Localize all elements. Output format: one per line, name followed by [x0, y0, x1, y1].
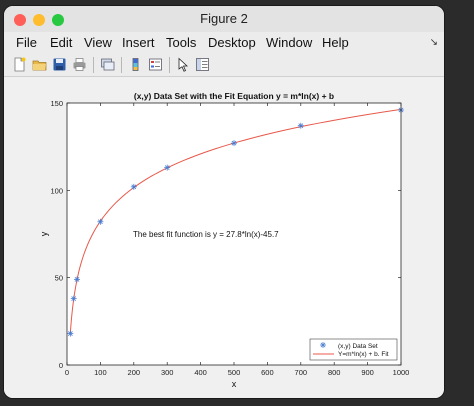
y-tick-label: 0: [59, 361, 63, 370]
x-axis-label: x: [232, 379, 237, 389]
print-icon[interactable]: [72, 57, 87, 72]
window-title: Figure 2: [200, 11, 248, 26]
menu-desktop[interactable]: Desktop: [208, 35, 256, 50]
save-icon[interactable]: [52, 57, 67, 72]
toolbar-separator: [169, 57, 170, 73]
menu-edit[interactable]: Edit: [50, 35, 72, 50]
legend-marker-data-set: [320, 342, 326, 348]
menu-view[interactable]: View: [84, 35, 112, 50]
menu-overflow-icon[interactable]: ↘: [430, 37, 438, 48]
legend-label-fit: Y=m*ln(x) + b. Fit: [338, 351, 389, 358]
toolbar-separator: [93, 57, 94, 73]
figure-toolbar: [4, 54, 444, 77]
open-folder-icon[interactable]: [32, 57, 47, 72]
x-tick-label: 400: [194, 368, 207, 377]
legend-icon[interactable]: [148, 57, 163, 72]
toolbar-separator: [121, 57, 122, 73]
property-editor-icon[interactable]: [195, 57, 210, 72]
menu-bar: File Edit View Insert Tools Desktop Wind…: [4, 32, 444, 54]
colorbar-icon[interactable]: [128, 57, 143, 72]
x-tick-label: 200: [128, 368, 141, 377]
plot-svg: 0 100 200 300 400 500 600 700 800 900 1000 0 50 100 15…: [39, 91, 410, 389]
menu-window[interactable]: Window: [266, 35, 312, 50]
x-tick-label: 1000: [393, 368, 410, 377]
y-axis-label: y: [39, 231, 49, 236]
figure-window: Figure 2 File Edit View Insert Tools Des…: [4, 6, 444, 398]
x-tick-label: 100: [94, 368, 107, 377]
chart-title: (x,y) Data Set with the Fit Equation y =…: [134, 91, 334, 101]
y-tick-label: 100: [50, 186, 63, 195]
figure-canvas: 0 100 200 300 400 500 600 700 800 900 1000 0 50 100 15…: [4, 77, 444, 398]
x-tick-label: 700: [295, 368, 308, 377]
legend[interactable]: (x,y) Data Set Y=m*ln(x) + b. Fit: [309, 338, 398, 361]
link-icon[interactable]: [100, 57, 115, 72]
legend-star: [320, 342, 326, 348]
x-tick-label: 800: [328, 368, 341, 377]
menu-insert[interactable]: Insert: [122, 35, 155, 50]
legend-label-data-set: (x,y) Data Set: [338, 343, 378, 350]
new-file-icon[interactable]: [12, 57, 27, 72]
menu-file[interactable]: File: [16, 35, 37, 50]
x-tick-label: 900: [361, 368, 374, 377]
y-tick-label: 50: [55, 274, 63, 283]
x-tick-label: 500: [228, 368, 241, 377]
fit-annotation: The best fit function is y = 27.8*ln(x)-…: [133, 230, 279, 239]
x-tick-label: 300: [161, 368, 174, 377]
menu-help[interactable]: Help: [322, 35, 349, 50]
x-tick-label: 600: [261, 368, 274, 377]
menu-tools[interactable]: Tools: [166, 35, 196, 50]
y-tick-label: 150: [50, 99, 63, 108]
title-bar: Figure 2: [4, 6, 444, 32]
pointer-icon[interactable]: [176, 57, 191, 72]
x-tick-label: 0: [65, 368, 69, 377]
